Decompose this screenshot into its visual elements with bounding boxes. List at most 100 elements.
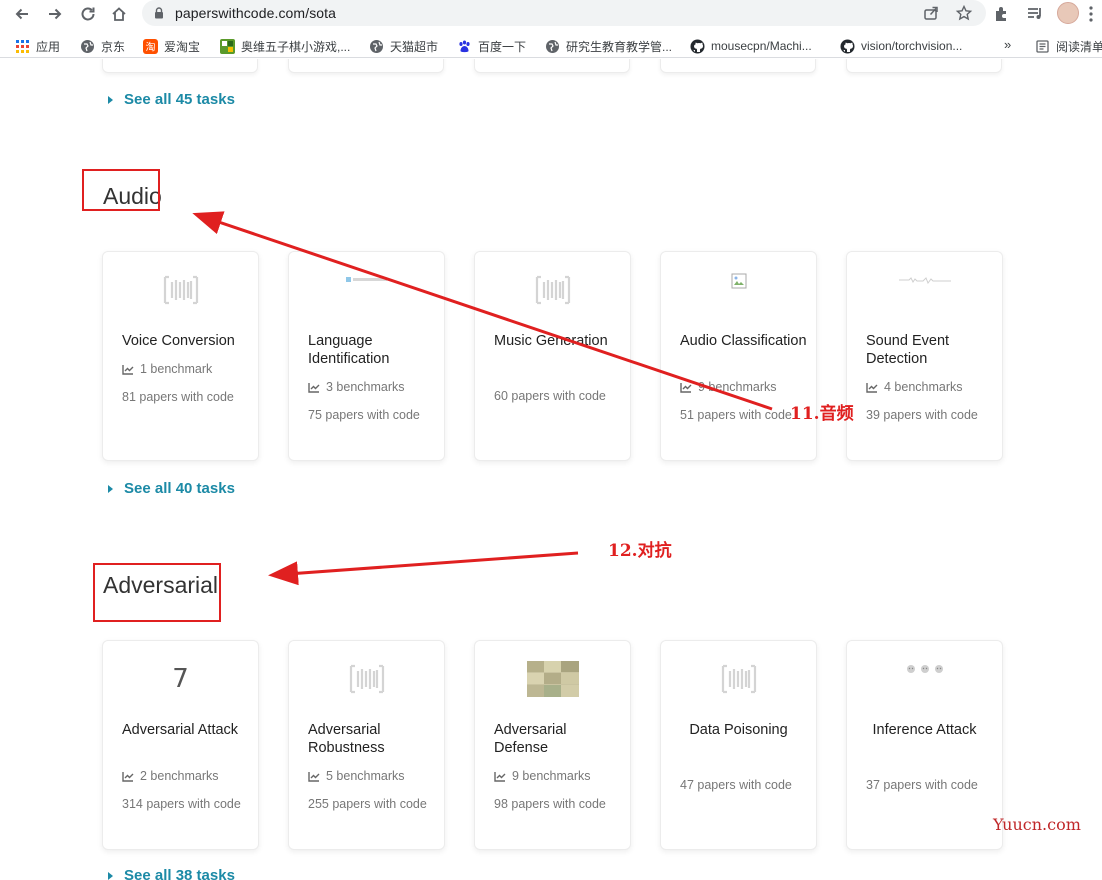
annotation-label-adversarial: 12.对抗 xyxy=(608,541,672,561)
bookmark-baidu[interactable]: 百度一下 xyxy=(457,37,526,55)
home-button[interactable] xyxy=(108,3,130,25)
task-card-music-generation[interactable]: Music Generation 60 papers with code xyxy=(474,251,631,461)
home-icon xyxy=(112,7,126,21)
task-thumbnail xyxy=(289,272,444,288)
annotation-box-audio xyxy=(82,169,160,211)
task-card-partial[interactable] xyxy=(660,59,816,73)
task-card-adversarial-attack[interactable]: 7 Adversarial Attack 2 benchmarks 314 pa… xyxy=(102,640,259,850)
profile-avatar[interactable] xyxy=(1057,2,1079,24)
benchmark-count: 5 benchmarks xyxy=(308,769,405,783)
task-thumbnail xyxy=(847,661,1002,677)
bookmark-graduate[interactable]: 研究生教育教学管... xyxy=(545,37,672,55)
tiny-image-icon xyxy=(345,277,387,282)
task-name: Music Generation xyxy=(494,333,608,349)
task-thumbnail xyxy=(661,272,816,290)
task-card-inference-attack[interactable]: Inference Attack 37 papers with code xyxy=(846,640,1003,850)
task-card-audio-classification[interactable]: Audio Classification 9 benchmarks 51 pap… xyxy=(660,251,817,461)
media-queue-icon[interactable] xyxy=(1025,4,1045,24)
chart-line-icon xyxy=(866,382,878,393)
watermark-text: Yuucn.com xyxy=(993,815,1081,834)
barcode-placeholder-icon xyxy=(163,275,198,305)
arrow-left-icon xyxy=(15,8,28,20)
bookmark-apps[interactable]: 应用 xyxy=(15,37,60,55)
task-card-adversarial-defense[interactable]: Adversarial Defense 9 benchmarks 98 pape… xyxy=(474,640,631,850)
url-text: paperswithcode.com/sota xyxy=(175,5,337,21)
bookmark-mousecpn[interactable]: mousecpn/Machi... xyxy=(690,37,812,55)
globe-icon xyxy=(546,39,559,53)
task-card-voice-conversion[interactable]: Voice Conversion 1 benchmark 81 papers w… xyxy=(102,251,259,461)
bookmark-taobao[interactable]: 淘 爱淘宝 xyxy=(143,37,200,55)
bookmark-jd[interactable]: 京东 xyxy=(80,37,125,55)
task-card-data-poisoning[interactable]: Data Poisoning 47 papers with code xyxy=(660,640,817,850)
taobao-icon: 淘 xyxy=(143,38,158,54)
reload-button[interactable] xyxy=(77,3,99,25)
globe-icon xyxy=(370,39,383,53)
benchmark-count: 1 benchmark xyxy=(122,362,212,376)
task-name: Voice Conversion xyxy=(122,333,235,349)
task-thumbnail xyxy=(475,659,630,699)
github-icon xyxy=(690,39,705,53)
puzzle-icon[interactable] xyxy=(992,4,1012,24)
task-card-partial[interactable] xyxy=(474,59,630,73)
papers-count: 39 papers with code xyxy=(866,408,978,422)
benchmark-count: 2 benchmarks xyxy=(122,769,219,783)
github-icon xyxy=(840,39,855,53)
menu-dots-icon[interactable] xyxy=(1089,5,1093,23)
task-thumbnail xyxy=(289,659,444,699)
bookmark-tmall[interactable]: 天猫超市 xyxy=(369,37,438,55)
task-name: Sound Event Detection xyxy=(866,333,950,367)
barcode-placeholder-icon xyxy=(721,664,756,694)
forward-button[interactable] xyxy=(44,3,66,25)
see-all-tasks-link[interactable]: See all 45 tasks xyxy=(108,91,235,108)
chart-line-icon xyxy=(122,364,134,375)
caret-right-icon xyxy=(108,871,113,880)
barcode-placeholder-icon xyxy=(349,664,384,694)
digit-seven-thumbnail: 7 xyxy=(172,664,189,694)
task-thumbnail xyxy=(103,270,258,310)
benchmark-count: 9 benchmarks xyxy=(494,769,591,783)
arrow-right-icon xyxy=(49,8,62,20)
chart-line-icon xyxy=(122,771,134,782)
chart-line-icon xyxy=(680,382,692,393)
papers-count: 98 papers with code xyxy=(494,797,606,811)
task-card-partial[interactable] xyxy=(102,59,258,73)
chart-line-icon xyxy=(494,771,506,782)
svg-text:淘: 淘 xyxy=(146,40,156,53)
papers-count: 51 papers with code xyxy=(680,408,792,422)
task-name: Audio Classification xyxy=(680,333,807,349)
barcode-placeholder-icon xyxy=(535,275,570,305)
back-button[interactable] xyxy=(11,3,33,25)
see-all-tasks-link[interactable]: See all 38 tasks xyxy=(108,867,235,880)
task-card-partial[interactable] xyxy=(288,59,444,73)
papers-count: 314 papers with code xyxy=(122,797,241,811)
papers-count: 37 papers with code xyxy=(866,778,978,792)
benchmark-count: 4 benchmarks xyxy=(866,380,963,394)
apps-grid-icon xyxy=(16,39,29,53)
bookmark-gomoku[interactable]: 奥维五子棋小游戏,... xyxy=(220,37,350,55)
task-name: Language Identification xyxy=(308,333,390,367)
broken-image-icon xyxy=(731,273,746,289)
caret-right-icon xyxy=(108,484,113,493)
bookmarks-bar: 应用 京东 淘 爱淘宝 奥维五子棋小游戏,... 天猫超市 百度一下 研究生教育… xyxy=(0,32,1102,58)
task-card-language-identification[interactable]: Language Identification 3 benchmarks 75 … xyxy=(288,251,445,461)
browser-toolbar: paperswithcode.com/sota xyxy=(0,0,1102,28)
game-icon xyxy=(220,38,235,54)
share-icon[interactable] xyxy=(922,4,940,22)
reload-icon xyxy=(81,7,95,21)
task-card-sound-event-detection[interactable]: Sound Event Detection 4 benchmarks 39 pa… xyxy=(846,251,1003,461)
benchmark-count: 3 benchmarks xyxy=(308,380,405,394)
see-all-tasks-link[interactable]: See all 40 tasks xyxy=(108,480,235,497)
task-card-partial[interactable] xyxy=(846,59,1002,73)
papers-count: 60 papers with code xyxy=(494,389,606,403)
bookmarks-overflow-button[interactable]: » xyxy=(1004,37,1011,52)
reading-list-button[interactable]: 阅读清单 xyxy=(1035,37,1102,55)
address-bar[interactable]: paperswithcode.com/sota xyxy=(142,0,986,26)
task-card-adversarial-robustness[interactable]: Adversarial Robustness 5 benchmarks 255 … xyxy=(288,640,445,850)
star-icon[interactable] xyxy=(955,4,973,22)
papers-count: 75 papers with code xyxy=(308,408,420,422)
task-thumbnail xyxy=(475,270,630,310)
benchmark-count: 9 benchmarks xyxy=(680,380,777,394)
baidu-paw-icon xyxy=(459,40,470,52)
task-name: Data Poisoning xyxy=(689,722,788,738)
bookmark-torchvision[interactable]: vision/torchvision... xyxy=(840,37,962,55)
